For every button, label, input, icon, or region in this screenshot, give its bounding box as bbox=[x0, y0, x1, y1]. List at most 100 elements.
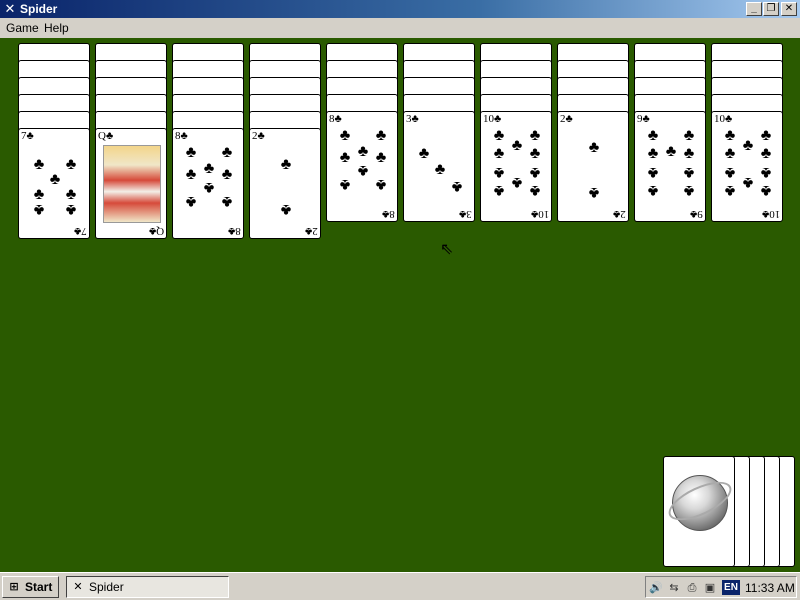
card-rank-bottom: 10♣ bbox=[761, 208, 780, 220]
club-pip-icon: ♣ bbox=[434, 161, 446, 178]
club-pip-icon: ♣ bbox=[724, 164, 736, 181]
faceup-card[interactable]: 3♣ 3♣ ♣ ♣ ♣ bbox=[403, 111, 475, 222]
club-pip-icon: ♣ bbox=[588, 184, 600, 201]
club-pip-icon: ♣ bbox=[724, 145, 736, 162]
club-pip-icon: ♣ bbox=[529, 182, 541, 199]
taskbar-spider-button[interactable]: ✕ Spider bbox=[66, 576, 229, 598]
faceup-card[interactable]: Q♣ Q♣ bbox=[95, 128, 167, 239]
faceup-card[interactable]: 10♣ 10♣ ♣ ♣ ♣ ♣ ♣ ♣ ♣ ♣ ♣ ♣ bbox=[711, 111, 783, 222]
club-pip-icon: ♣ bbox=[339, 127, 351, 144]
card-rank-bottom: 2♣ bbox=[305, 225, 318, 237]
start-button[interactable]: ⊞ Start bbox=[2, 576, 59, 598]
club-pip-icon: ♣ bbox=[683, 164, 695, 181]
task-label: Spider bbox=[89, 580, 124, 594]
club-pip-icon: ♣ bbox=[339, 176, 351, 193]
club-pip-icon: ♣ bbox=[418, 145, 430, 162]
club-pip-icon: ♣ bbox=[203, 179, 215, 196]
card-rank-top: 2♣ bbox=[252, 130, 265, 142]
club-pip-icon: ♣ bbox=[221, 193, 233, 210]
queen-portrait-icon bbox=[103, 145, 161, 223]
card-rank-top: 3♣ bbox=[406, 113, 419, 125]
faceup-card[interactable]: 8♣ 8♣ ♣ ♣ ♣ ♣ ♣ ♣ ♣ ♣ bbox=[326, 111, 398, 222]
spider-task-icon: ✕ bbox=[73, 581, 83, 593]
club-pip-icon: ♣ bbox=[665, 143, 677, 160]
club-pip-icon: ♣ bbox=[49, 171, 61, 188]
club-pip-icon: ♣ bbox=[493, 127, 505, 144]
network-icon[interactable]: ⇆ bbox=[666, 580, 682, 596]
club-pip-icon: ♣ bbox=[683, 145, 695, 162]
card-rank-bottom: 8♣ bbox=[382, 208, 395, 220]
club-pip-icon: ♣ bbox=[529, 145, 541, 162]
club-pip-icon: ♣ bbox=[375, 176, 387, 193]
window-title: Spider bbox=[20, 2, 58, 16]
club-pip-icon: ♣ bbox=[33, 201, 45, 218]
faceup-card[interactable]: 9♣ 9♣ ♣ ♣ ♣ ♣ ♣ ♣ ♣ ♣ ♣ bbox=[634, 111, 706, 222]
club-pip-icon: ♣ bbox=[493, 164, 505, 181]
card-rank-top: 2♣ bbox=[560, 113, 573, 125]
card-rank-bottom: Q♣ bbox=[148, 225, 164, 237]
club-pip-icon: ♣ bbox=[529, 127, 541, 144]
faceup-card[interactable]: 2♣ 2♣ ♣ ♣ bbox=[249, 128, 321, 239]
card-rank-top: 10♣ bbox=[483, 113, 502, 125]
club-pip-icon: ♣ bbox=[65, 156, 77, 173]
club-pip-icon: ♣ bbox=[185, 193, 197, 210]
card-rank-top: 10♣ bbox=[714, 113, 733, 125]
faceup-card[interactable]: 8♣ 8♣ ♣ ♣ ♣ ♣ ♣ ♣ ♣ ♣ bbox=[172, 128, 244, 239]
faceup-card[interactable]: 7♣ 7♣ ♣ ♣ ♣ ♣ ♣ ♣ ♣ bbox=[18, 128, 90, 239]
card-rank-top: 7♣ bbox=[21, 130, 34, 142]
card-rank-top: 9♣ bbox=[637, 113, 650, 125]
club-pip-icon: ♣ bbox=[647, 182, 659, 199]
club-pip-icon: ♣ bbox=[493, 145, 505, 162]
game-table: 7♣ 7♣ ♣ ♣ ♣ ♣ ♣ ♣ ♣ Q♣ Q♣ 8♣ 8♣ ♣ ♣ ♣ ♣ ♣ ♣ ♣ ♣ 2♣ 2♣ ♣ ♣ 8♣ 8♣ ♣ ♣ ♣… bbox=[0, 38, 800, 572]
card-rank-bottom: 10♣ bbox=[530, 208, 549, 220]
club-pip-icon: ♣ bbox=[221, 144, 233, 161]
faceup-card[interactable]: 10♣ 10♣ ♣ ♣ ♣ ♣ ♣ ♣ ♣ ♣ ♣ ♣ bbox=[480, 111, 552, 222]
close-button[interactable]: ✕ bbox=[781, 2, 797, 16]
card-rank-bottom: 9♣ bbox=[690, 208, 703, 220]
club-pip-icon: ♣ bbox=[511, 174, 523, 191]
taskbar: ⊞ Start ✕ Spider 🔊 ⇆ ⎙ ▣ EN 11:33 AM bbox=[0, 572, 800, 600]
club-pip-icon: ♣ bbox=[760, 127, 772, 144]
club-pip-icon: ♣ bbox=[742, 174, 754, 191]
club-pip-icon: ♣ bbox=[511, 137, 523, 154]
club-pip-icon: ♣ bbox=[33, 156, 45, 173]
minimize-button[interactable]: _ bbox=[746, 2, 762, 16]
club-pip-icon: ♣ bbox=[760, 164, 772, 181]
club-pip-icon: ♣ bbox=[683, 182, 695, 199]
start-label: Start bbox=[25, 580, 53, 594]
clock[interactable]: 11:33 AM bbox=[745, 580, 795, 596]
restore-button[interactable]: ❐ bbox=[763, 2, 779, 16]
card-rank-bottom: 7♣ bbox=[74, 225, 87, 237]
system-tray: 🔊 ⇆ ⎙ ▣ EN 11:33 AM bbox=[645, 576, 797, 598]
club-pip-icon: ♣ bbox=[65, 201, 77, 218]
spider-app-icon: ✕ bbox=[4, 1, 16, 16]
language-indicator[interactable]: EN bbox=[722, 580, 740, 595]
club-pip-icon: ♣ bbox=[357, 162, 369, 179]
card-rank-bottom: 8♣ bbox=[228, 225, 241, 237]
club-pip-icon: ♣ bbox=[451, 178, 463, 195]
club-pip-icon: ♣ bbox=[647, 127, 659, 144]
club-pip-icon: ♣ bbox=[724, 127, 736, 144]
club-pip-icon: ♣ bbox=[529, 164, 541, 181]
menu-bar: Game Help bbox=[0, 18, 800, 38]
club-pip-icon: ♣ bbox=[357, 143, 369, 160]
stock-pile-card[interactable] bbox=[663, 456, 737, 567]
club-pip-icon: ♣ bbox=[280, 201, 292, 218]
club-pip-icon: ♣ bbox=[760, 182, 772, 199]
card-rank-bottom: 3♣ bbox=[459, 208, 472, 220]
card-rank-top: 8♣ bbox=[329, 113, 342, 125]
title-bar[interactable]: ✕ Spider _ ❐ ✕ bbox=[0, 0, 800, 18]
display-icon[interactable]: ▣ bbox=[702, 580, 718, 596]
club-pip-icon: ♣ bbox=[588, 139, 600, 156]
windows-logo-icon: ⊞ bbox=[9, 581, 19, 593]
faceup-card[interactable]: 2♣ 2♣ ♣ ♣ bbox=[557, 111, 629, 222]
volume-icon[interactable]: 🔊 bbox=[648, 580, 664, 596]
club-pip-icon: ♣ bbox=[647, 164, 659, 181]
card-rank-bottom: 2♣ bbox=[613, 208, 626, 220]
printer-icon[interactable]: ⎙ bbox=[684, 580, 700, 596]
club-pip-icon: ♣ bbox=[724, 182, 736, 199]
club-pip-icon: ♣ bbox=[203, 160, 215, 177]
menu-help[interactable]: Help bbox=[44, 21, 69, 35]
club-pip-icon: ♣ bbox=[185, 166, 197, 183]
menu-game[interactable]: Game bbox=[6, 21, 39, 35]
